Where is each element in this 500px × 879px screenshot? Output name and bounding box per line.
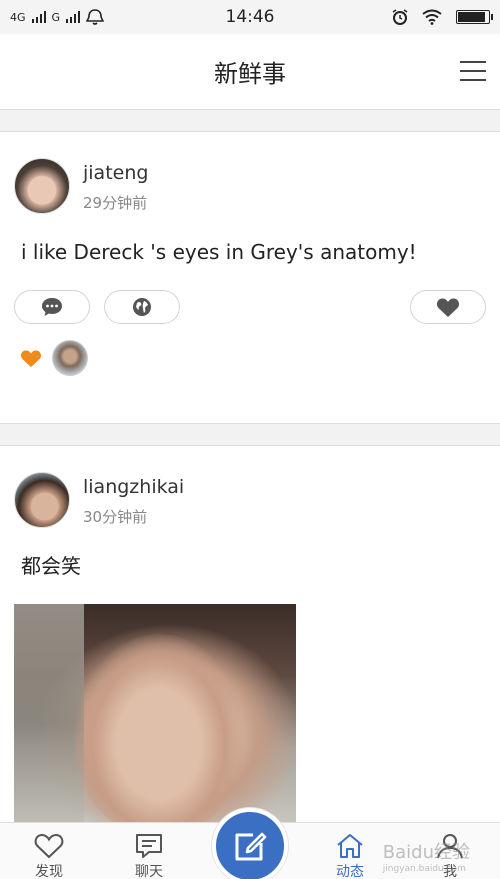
status-right xyxy=(392,9,493,25)
battery-icon xyxy=(456,10,493,24)
page-title: 新鲜事 xyxy=(214,60,286,88)
watermark-subtext: jingyan.baidu.com xyxy=(382,864,466,874)
post-username[interactable]: jiateng xyxy=(83,160,148,186)
signal-icon xyxy=(31,11,46,23)
user-meta: liangzhikai 30分钟前 xyxy=(83,474,184,527)
wifi-icon xyxy=(422,9,442,25)
status-left: 4G G xyxy=(10,9,104,25)
signal-icon-2 xyxy=(66,11,81,23)
tab-label: 动态 xyxy=(336,864,364,879)
avatar[interactable] xyxy=(14,158,70,214)
tab-label: 聊天 xyxy=(135,864,163,879)
compose-button[interactable] xyxy=(212,808,288,879)
heart-icon xyxy=(436,297,460,317)
post-text: 都会笑 xyxy=(21,554,81,578)
status-bar: 4G G 14:46 xyxy=(0,0,500,34)
watermark: Baidu经验 jingyan.baidu.com xyxy=(383,838,470,874)
post-timestamp: 30分钟前 xyxy=(83,507,148,526)
tab-chat[interactable]: 聊天 xyxy=(119,833,179,879)
post-timestamp: 29分钟前 xyxy=(83,193,148,212)
home-icon xyxy=(337,834,363,858)
app-header: 新鲜事 xyxy=(0,34,500,110)
post-text: i like Dereck 's eyes in Grey's anatomy! xyxy=(21,240,417,264)
avatar[interactable] xyxy=(14,472,70,528)
share-button[interactable] xyxy=(104,290,180,324)
liker-avatar[interactable] xyxy=(52,340,88,376)
liked-heart-icon xyxy=(21,349,41,367)
status-time: 14:46 xyxy=(225,7,275,27)
menu-icon[interactable] xyxy=(460,61,486,81)
comment-button[interactable] xyxy=(14,290,90,324)
network-type-1: 4G xyxy=(10,10,26,24)
post-username[interactable]: liangzhikai xyxy=(83,474,184,500)
globe-icon xyxy=(133,298,151,316)
heart-outline-icon xyxy=(34,833,64,859)
feed[interactable]: jiateng 29分钟前 i like Dereck 's eyes in G… xyxy=(0,110,500,822)
compose-icon xyxy=(235,832,267,861)
comment-icon xyxy=(42,298,62,316)
tab-label: 发现 xyxy=(35,864,63,879)
post-photo[interactable] xyxy=(14,604,296,822)
network-type-2: G xyxy=(51,10,61,24)
tab-discover[interactable]: 发现 xyxy=(19,833,79,879)
feed-divider xyxy=(0,110,500,132)
battery-fill xyxy=(458,12,485,22)
user-meta: jiateng 29分钟前 xyxy=(83,160,148,213)
watermark-text: Baidu经验 xyxy=(382,842,470,863)
feed-post: liangzhikai 30分钟前 都会笑 xyxy=(0,446,500,822)
notification-icon xyxy=(86,9,104,25)
chat-bubble-icon xyxy=(136,834,162,858)
feed-post: jiateng 29分钟前 i like Dereck 's eyes in G… xyxy=(0,132,500,424)
alarm-icon xyxy=(392,9,408,25)
post-actions xyxy=(14,290,486,324)
tab-feed[interactable]: 动态 xyxy=(320,833,380,879)
post-header: jiateng 29分钟前 xyxy=(14,132,486,214)
like-button[interactable] xyxy=(410,290,486,324)
liked-by-row xyxy=(14,340,486,376)
post-header: liangzhikai 30分钟前 xyxy=(14,446,486,528)
feed-divider xyxy=(0,424,500,446)
